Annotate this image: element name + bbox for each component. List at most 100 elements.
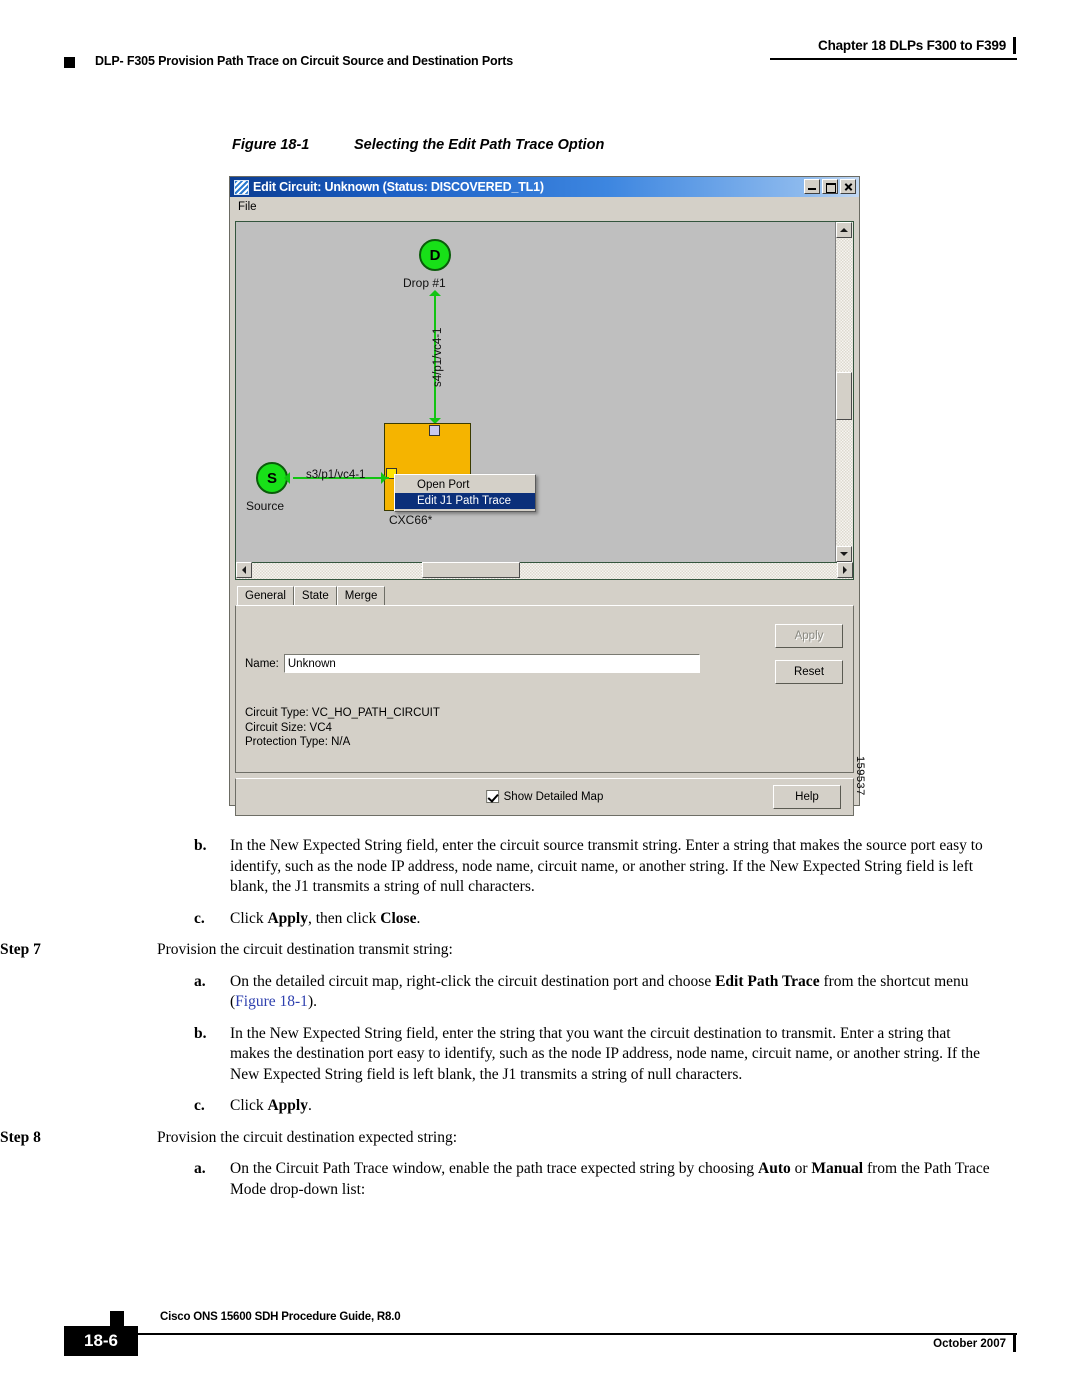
minimize-button[interactable] xyxy=(804,179,820,194)
chapter-header: Chapter 18 DLPs F300 to F399 xyxy=(818,38,1006,53)
text-run: In the New Expected String field, enter … xyxy=(230,1024,980,1083)
paragraph-marker: a. xyxy=(194,1160,206,1177)
text-run: Click xyxy=(230,909,268,927)
step-paragraph: Step 8 Provision the circuit destination … xyxy=(0,1128,1080,1149)
show-detailed-map-checkbox[interactable]: Show Detailed Map xyxy=(485,790,604,803)
bold-run: Close xyxy=(380,909,417,927)
application-icon xyxy=(234,179,249,195)
source-link-arrowhead-right xyxy=(381,472,387,484)
bold-run: Apply xyxy=(267,909,308,927)
drop-link-label: s4/p1/vc4-1 xyxy=(432,327,444,387)
help-button[interactable]: Help xyxy=(773,785,841,809)
substep-paragraph: c. Click Apply, then click Close. xyxy=(194,909,1080,930)
vertical-scroll-thumb[interactable] xyxy=(836,372,852,420)
bold-run: Auto xyxy=(758,1160,791,1177)
circuit-map-canvas[interactable]: D Drop #1 s4/p1/vc4-1 CXC66* S Source s3… xyxy=(236,222,835,562)
substep-paragraph: a. On the Circuit Path Trace window, enab… xyxy=(194,1159,1080,1200)
tab-bar: General State Merge xyxy=(235,585,854,605)
dlp-title: DLP- F305 Provision Path Trace on Circui… xyxy=(95,54,514,68)
paragraph-text: Click Apply. xyxy=(230,1096,990,1117)
text-run: In the New Expected String field, enter … xyxy=(230,837,983,895)
bold-run: Apply xyxy=(267,1097,308,1114)
figure-title: Selecting the Edit Path Trace Option xyxy=(354,137,605,153)
window-controls xyxy=(804,179,856,194)
source-node-label: Source xyxy=(246,499,285,513)
bold-run: Manual xyxy=(811,1160,864,1177)
map-vertical-scrollbar[interactable] xyxy=(835,222,853,562)
footer-date: October 2007 xyxy=(933,1338,1006,1350)
footer-guide-title: Cisco ONS 15600 SDH Procedure Guide, R8.… xyxy=(160,1311,401,1323)
scroll-up-arrow-icon[interactable] xyxy=(836,222,852,238)
name-label: Name: xyxy=(245,657,279,670)
map-horizontal-scrollbar[interactable] xyxy=(235,562,854,580)
paragraph-text: Provision the circuit destination expect… xyxy=(157,1128,922,1149)
name-field-row: Name: Unknown xyxy=(245,654,700,673)
window-title: Edit Circuit: Unknown (Status: DISCOVERE… xyxy=(253,180,544,194)
close-button[interactable] xyxy=(840,179,856,194)
step-paragraph: Step 7 Provision the circuit destination … xyxy=(0,940,1080,961)
scroll-left-arrow-icon[interactable] xyxy=(236,562,252,578)
window-bottom-bar: Show Detailed Map Help xyxy=(235,778,854,816)
text-run: Provision the circuit destination transm… xyxy=(157,941,453,958)
text-run: Click xyxy=(230,1097,268,1114)
tab-merge[interactable]: Merge xyxy=(336,586,386,605)
text-run: or xyxy=(790,1160,812,1177)
window-body: D Drop #1 s4/p1/vc4-1 CXC66* S Source s3… xyxy=(230,217,859,816)
circuit-type-text: Circuit Type: VC_HO_PATH_CIRCUIT xyxy=(245,707,440,719)
footer-rule-marker xyxy=(1013,1335,1016,1352)
drop-node-letter: D xyxy=(429,246,441,264)
source-link-arrowhead-left xyxy=(284,472,290,484)
circuit-info-block: Circuit Type: VC_HO_PATH_CIRCUIT Circuit… xyxy=(245,706,440,750)
general-panel: Name: Unknown Circuit Type: VC_HO_PATH_C… xyxy=(235,605,854,773)
destination-port[interactable] xyxy=(429,425,440,436)
text-run: On the detailed circuit map, right-click… xyxy=(230,972,716,990)
paragraph-marker: b. xyxy=(194,1024,207,1042)
text-run: . xyxy=(307,1097,312,1114)
paragraph-text: In the New Expected String field, enter … xyxy=(230,836,990,898)
paragraph-marker: a. xyxy=(194,972,206,990)
protection-type-text: Protection Type: N/A xyxy=(245,736,351,748)
circuit-size-text: Circuit Size: VC4 xyxy=(245,721,332,734)
context-menu-item-open-port[interactable]: Open Port xyxy=(395,477,535,493)
paragraph-marker: c. xyxy=(194,909,205,927)
card-node-label: CXC66* xyxy=(389,513,433,527)
scroll-right-arrow-icon[interactable] xyxy=(837,562,853,578)
tab-state[interactable]: State xyxy=(293,586,337,605)
name-input[interactable]: Unknown xyxy=(283,654,700,673)
substep-paragraph: c. Click Apply. xyxy=(194,1096,1080,1117)
checkbox-checked-icon[interactable] xyxy=(485,790,499,803)
substep-paragraph: b. In the New Expected String field, ente… xyxy=(194,1024,1080,1086)
text-run: . xyxy=(416,909,421,927)
header-rule xyxy=(770,58,1017,60)
paragraph-text: On the Circuit Path Trace window, enable… xyxy=(230,1159,990,1200)
footer-rule xyxy=(120,1333,1017,1335)
show-detailed-map-label: Show Detailed Map xyxy=(503,790,604,803)
paragraph-text: On the detailed circuit map, right-click… xyxy=(230,972,990,1013)
drop-node-label: Drop #1 xyxy=(403,276,446,290)
context-menu-item-edit-path-trace[interactable]: Edit J1 Path Trace xyxy=(395,493,535,509)
edit-circuit-window: Edit Circuit: Unknown (Status: DISCOVERE… xyxy=(229,176,860,816)
text-run: ). xyxy=(307,993,317,1010)
maximize-button[interactable] xyxy=(822,179,838,194)
context-menu: Open Port Edit J1 Path Trace xyxy=(394,474,536,512)
tab-general[interactable]: General xyxy=(237,586,294,605)
bullet-square-icon xyxy=(64,57,75,68)
paragraph-text: In the New Expected String field, enter … xyxy=(230,1024,990,1086)
header-rule-marker xyxy=(1013,37,1016,54)
figure-caption: Figure 18-1 Selecting the Edit Path Trace… xyxy=(232,137,604,153)
window-menubar: File xyxy=(230,197,859,217)
horizontal-scroll-thumb[interactable] xyxy=(422,562,520,578)
drop-node[interactable]: D xyxy=(419,239,451,271)
paragraph-marker: c. xyxy=(194,1097,205,1114)
apply-button[interactable]: Apply xyxy=(775,624,843,648)
figure-cross-reference[interactable]: Figure 18-1 xyxy=(235,993,308,1010)
drop-link-arrowhead-up xyxy=(429,290,441,296)
scroll-down-arrow-icon[interactable] xyxy=(836,546,852,562)
window-titlebar: Edit Circuit: Unknown (Status: DISCOVERE… xyxy=(230,177,859,197)
menu-file[interactable]: File xyxy=(238,201,257,213)
reset-button[interactable]: Reset xyxy=(775,660,843,684)
procedure-body: b. In the New Expected String field, ente… xyxy=(0,836,1080,1211)
bold-run: Edit Path Trace xyxy=(715,972,820,990)
text-run: On the Circuit Path Trace window, enable… xyxy=(230,1160,759,1177)
text-run: , then click xyxy=(307,909,381,927)
